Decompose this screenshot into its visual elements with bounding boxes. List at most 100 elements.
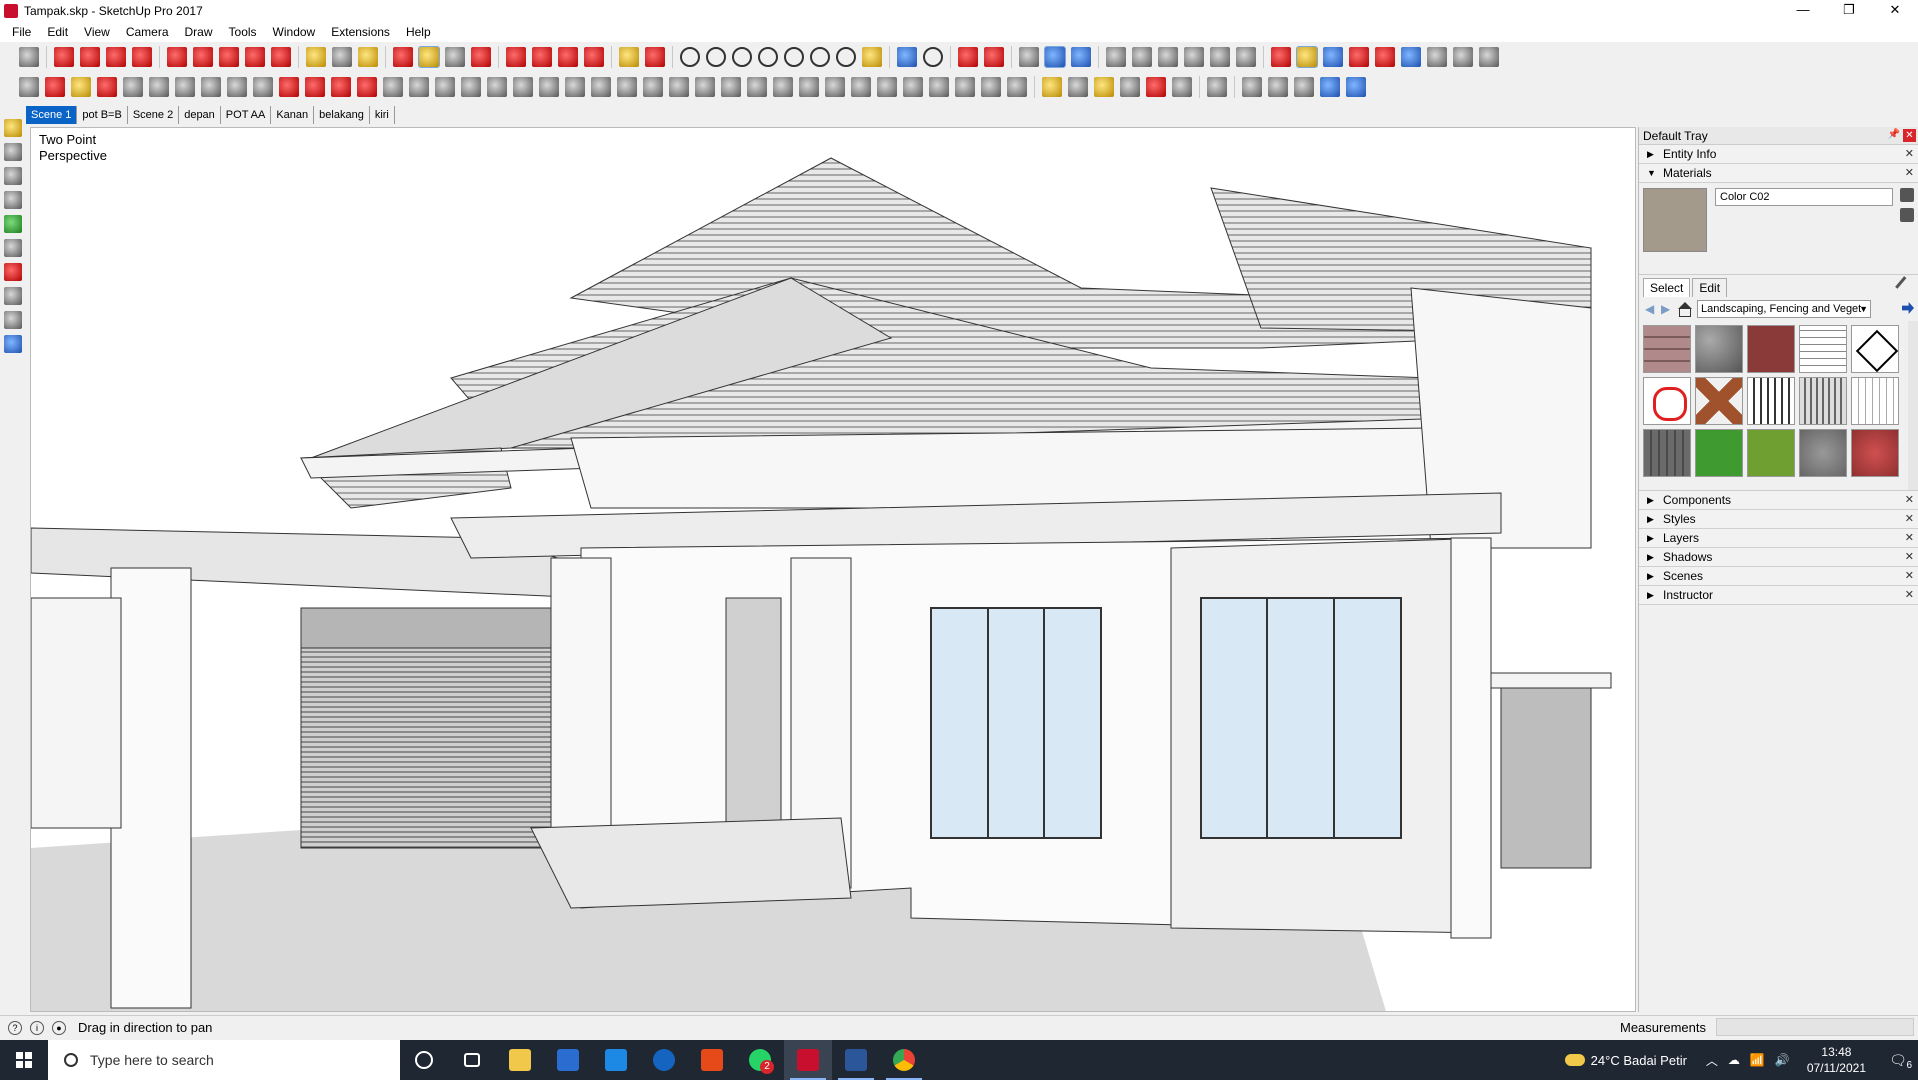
scene-tab-1[interactable]: Scene 1 xyxy=(26,106,78,124)
model-viewport[interactable]: Two Point Perspective xyxy=(30,127,1636,1012)
shape-spiral-icon[interactable] xyxy=(862,47,882,67)
measurements-input[interactable] xyxy=(1716,1018,1914,1036)
tools-on-surface-icon[interactable] xyxy=(984,47,1004,67)
material-swatch-item[interactable] xyxy=(1643,325,1691,373)
material-swatch-item[interactable] xyxy=(1695,429,1743,477)
ext-tool-29-icon[interactable] xyxy=(747,77,767,97)
tree-icon[interactable] xyxy=(4,215,22,233)
material-swatch-item[interactable] xyxy=(1747,429,1795,477)
scene-tab-2[interactable]: Scene 2 xyxy=(128,106,180,124)
ext-tool-30-icon[interactable] xyxy=(773,77,793,97)
material-swatch-item[interactable] xyxy=(1799,429,1847,477)
ext-tool-39-icon[interactable] xyxy=(1007,77,1027,97)
ext-tool-45-icon[interactable] xyxy=(1172,77,1192,97)
text-tool-icon[interactable] xyxy=(332,47,352,67)
ext-tool-13-icon[interactable] xyxy=(331,77,351,97)
extension-warehouse-icon[interactable] xyxy=(584,47,604,67)
ext-tool-44-icon[interactable] xyxy=(1146,77,1166,97)
ext-tool-2-icon[interactable] xyxy=(45,77,65,97)
ext-tool-35-icon[interactable] xyxy=(903,77,923,97)
ext-tool-33-icon[interactable] xyxy=(851,77,871,97)
back-view-icon[interactable] xyxy=(1210,47,1230,67)
add-location-icon[interactable] xyxy=(4,191,22,209)
chevron-up-icon[interactable]: ︿ xyxy=(1706,1052,1718,1069)
settings-icon[interactable] xyxy=(4,287,22,305)
warehouse-icon[interactable] xyxy=(506,47,526,67)
menu-extensions[interactable]: Extensions xyxy=(323,25,398,39)
shape-circle-icon[interactable] xyxy=(680,47,700,67)
ext-tool-43-icon[interactable] xyxy=(1120,77,1140,97)
weld-icon[interactable] xyxy=(897,47,917,67)
iso-view-icon[interactable] xyxy=(1106,47,1126,67)
task-view-icon[interactable] xyxy=(448,1040,496,1080)
back-arrow-icon[interactable]: ◀ xyxy=(1645,302,1661,316)
shape-ellipse-icon[interactable] xyxy=(732,47,752,67)
ext-tool-15-icon[interactable] xyxy=(383,77,403,97)
ext-tool-51-icon[interactable] xyxy=(1346,77,1366,97)
ext-tool-40-icon[interactable] xyxy=(1042,77,1062,97)
volume-icon[interactable]: 🔊 xyxy=(1775,1053,1790,1067)
home-icon[interactable] xyxy=(1677,302,1693,317)
axes-icon[interactable] xyxy=(1019,47,1039,67)
create-material-icon[interactable] xyxy=(1900,188,1914,202)
curviloft-icon[interactable] xyxy=(958,47,978,67)
menu-camera[interactable]: Camera xyxy=(118,25,177,39)
system-clock[interactable]: 13:48 07/11/2021 xyxy=(1807,1044,1866,1076)
share-component-icon[interactable] xyxy=(558,47,578,67)
rectangle-tool-icon[interactable] xyxy=(132,47,152,67)
ext-tool-10-icon[interactable] xyxy=(253,77,273,97)
menu-file[interactable]: File xyxy=(4,25,39,39)
zoom-extents-nav-icon[interactable] xyxy=(1375,47,1395,67)
scene-tab-belakang[interactable]: belakang xyxy=(314,106,370,124)
whatsapp-icon[interactable]: 2 xyxy=(736,1040,784,1080)
sketchup-taskbar-icon[interactable] xyxy=(784,1040,832,1080)
ext-tool-7-icon[interactable] xyxy=(175,77,195,97)
panel-shadows[interactable]: ▶ Shadows ✕ xyxy=(1639,548,1918,567)
panel-entity-info[interactable]: ▶ Entity Info ✕ xyxy=(1639,145,1918,164)
ext-tool-42-icon[interactable] xyxy=(1094,77,1114,97)
ext-tool-21-icon[interactable] xyxy=(539,77,559,97)
cloud-upload-icon[interactable] xyxy=(4,263,22,281)
scene-tab-pot-aa[interactable]: POT AA xyxy=(221,106,272,124)
orbit-tool-icon[interactable] xyxy=(393,47,413,67)
left-view-icon[interactable] xyxy=(1236,47,1256,67)
mail-icon[interactable] xyxy=(4,311,22,329)
share-model-icon[interactable] xyxy=(532,47,552,67)
scene-tab-pot-bb[interactable]: pot B=B xyxy=(77,106,128,124)
zoom-tool-icon[interactable] xyxy=(445,47,465,67)
ext-tool-22-icon[interactable] xyxy=(565,77,585,97)
panel-layers[interactable]: ▶ Layers ✕ xyxy=(1639,529,1918,548)
ext-tool-9-icon[interactable] xyxy=(227,77,247,97)
ext-tool-49-icon[interactable] xyxy=(1294,77,1314,97)
arc-tool-icon[interactable] xyxy=(106,47,126,67)
ext-tool-6-icon[interactable] xyxy=(149,77,169,97)
geo-location-icon[interactable]: ? xyxy=(8,1020,22,1035)
details-arrow-icon[interactable] xyxy=(1902,302,1914,314)
material-swatch-item[interactable] xyxy=(1643,429,1691,477)
position-camera-icon[interactable] xyxy=(1427,47,1447,67)
pan-tool-icon[interactable] xyxy=(418,46,440,68)
minimize-button[interactable]: — xyxy=(1780,0,1826,22)
panel-close-icon[interactable]: ✕ xyxy=(1905,550,1914,563)
material-sample-icon[interactable] xyxy=(1900,208,1914,222)
zoom-window-icon[interactable] xyxy=(1349,47,1369,67)
orbit-nav-icon[interactable] xyxy=(1271,47,1291,67)
material-library-select[interactable]: Landscaping, Fencing and Veget ▼ xyxy=(1697,300,1871,318)
refresh-icon[interactable] xyxy=(4,143,22,161)
paint-bucket-tool-icon[interactable] xyxy=(358,47,378,67)
tray-close-icon[interactable]: ✕ xyxy=(1903,129,1916,142)
material-name-field[interactable]: Color C02 xyxy=(1715,188,1893,206)
material-swatch-item[interactable] xyxy=(1851,429,1899,477)
onedrive-icon[interactable]: ☁ xyxy=(1728,1053,1740,1067)
checker-icon[interactable] xyxy=(4,239,22,257)
ext-tool-18-icon[interactable] xyxy=(461,77,481,97)
pan-nav-icon[interactable] xyxy=(1296,46,1318,68)
swatch-scrollbar[interactable] xyxy=(1908,321,1918,490)
select-tool-icon[interactable] xyxy=(19,47,39,67)
tape-measure-tool-icon[interactable] xyxy=(306,47,326,67)
material-swatch-item[interactable] xyxy=(1695,325,1743,373)
ext-tool-28-icon[interactable] xyxy=(721,77,741,97)
ext-tool-50-icon[interactable] xyxy=(1320,77,1340,97)
chrome-icon[interactable] xyxy=(880,1040,928,1080)
ext-tool-31-icon[interactable] xyxy=(799,77,819,97)
